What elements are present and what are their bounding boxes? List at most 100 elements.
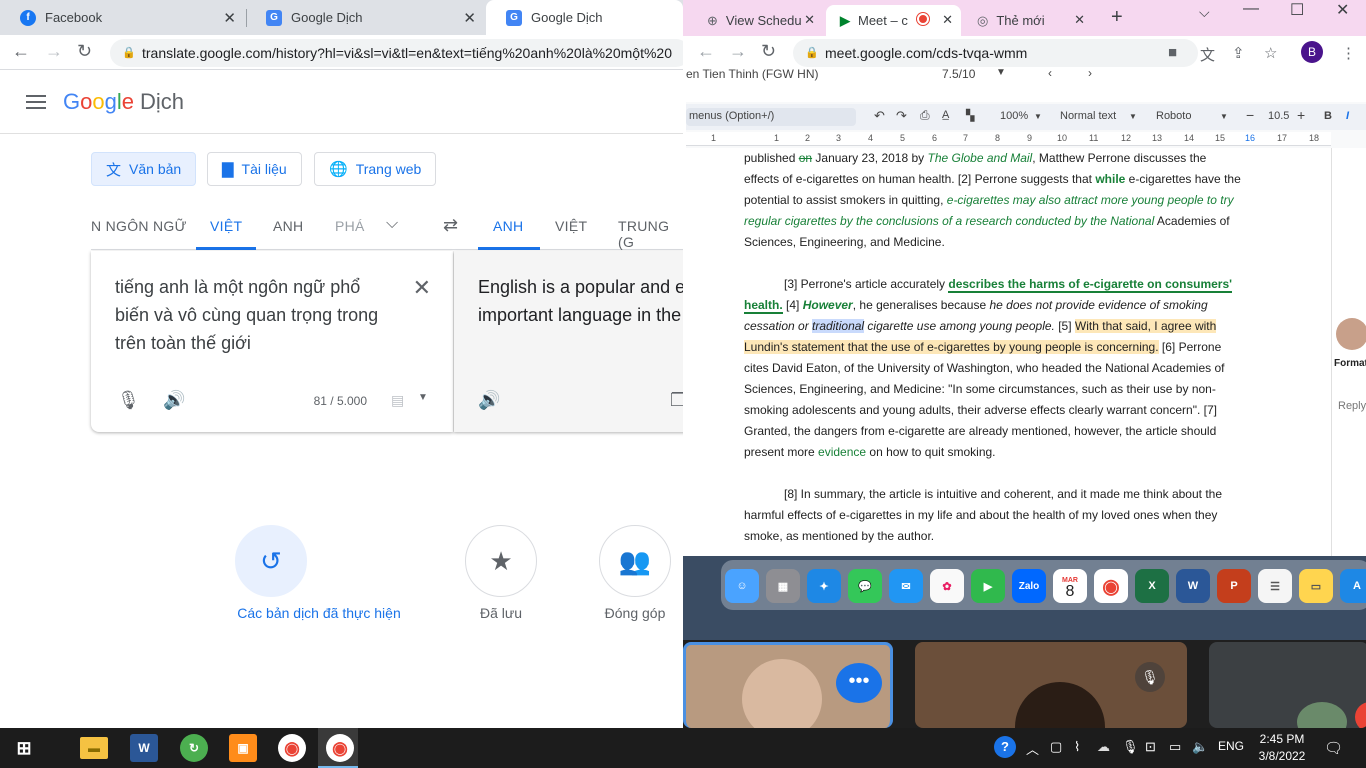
tab-google-dich-2[interactable]: G Google Dịch — [486, 0, 683, 35]
maximize-icon[interactable]: ☐ — [1290, 0, 1304, 20]
speaker-icon[interactable]: 🔊 — [478, 390, 500, 411]
more-vert-icon[interactable]: ⋮ — [1341, 44, 1356, 62]
participant-tile-3[interactable] — [1209, 642, 1366, 728]
clear-icon[interactable]: ✕ — [413, 275, 431, 301]
battery-icon[interactable]: ▭ — [1169, 739, 1181, 755]
source-lang-vietnamese[interactable]: VIỆT — [210, 218, 242, 234]
tab-google-dich-1[interactable]: G Google Dịch ✕ — [246, 0, 486, 35]
source-lang-detect[interactable]: N NGÔN NGỮ — [91, 218, 187, 234]
mode-documents-button[interactable]: ▇ Tài liệu — [207, 152, 302, 186]
launchpad-icon[interactable]: ▦ — [766, 569, 800, 603]
notifications-icon[interactable]: 🗨 — [1324, 739, 1343, 757]
contribute-label[interactable]: Đóng góp — [585, 605, 683, 621]
url-field[interactable]: 🔒 meet.google.com/cds-tvqa-wmm — [793, 39, 1198, 67]
undo-icon[interactable]: ↶ — [874, 108, 885, 124]
back-icon[interactable]: ← — [12, 41, 30, 62]
tab-view-schedule[interactable]: ⊕ View Schedu ✕ — [693, 5, 823, 36]
contribute-button[interactable]: 👥 — [599, 525, 671, 597]
close-icon[interactable]: ✕ — [463, 9, 476, 27]
swap-languages-icon[interactable]: ⇄ — [443, 215, 458, 236]
window-close-icon[interactable]: ✕ — [1336, 0, 1349, 20]
reload-icon[interactable]: ↻ — [761, 41, 776, 62]
mode-websites-button[interactable]: 🌐 Trang web — [314, 152, 437, 186]
network-icon[interactable]: ⌇ — [1074, 739, 1080, 755]
style-select[interactable]: Normal text — [1060, 110, 1116, 122]
target-lang-vietnamese[interactable]: VIỆT — [555, 218, 587, 234]
chevron-down-icon[interactable]: ⌵ — [386, 215, 398, 233]
active-chrome-button[interactable]: ◉ — [318, 728, 358, 768]
source-text-input[interactable]: tiếng anh là một ngôn ngữ phổ biến và vô… — [115, 273, 395, 357]
spellcheck-icon[interactable]: A̲ — [942, 109, 949, 121]
back-icon[interactable]: ← — [697, 41, 715, 62]
messages-icon[interactable]: 💬 — [848, 569, 882, 603]
tab-new-tab[interactable]: ◎ Thẻ mới ✕ — [963, 5, 1093, 36]
paint-format-icon[interactable]: ▚ — [966, 109, 974, 122]
coccoc-icon[interactable]: ↻ — [180, 734, 208, 762]
bold-icon[interactable]: B — [1324, 110, 1332, 122]
target-lang-chinese[interactable]: TRUNG (G — [618, 218, 683, 250]
translate-page-icon[interactable]: 文 — [1200, 44, 1215, 65]
target-lang-english[interactable]: ANH — [493, 218, 523, 234]
help-icon[interactable]: ? — [994, 736, 1016, 758]
reload-icon[interactable]: ↻ — [77, 41, 92, 62]
font-select[interactable]: Roboto — [1156, 110, 1191, 122]
print-icon[interactable]: ⎙ — [920, 108, 930, 123]
saved-label[interactable]: Đã lưu — [451, 605, 551, 621]
caret-down-icon[interactable]: ▼ — [418, 392, 428, 403]
show-hidden-icons-icon[interactable]: ︿ — [1026, 739, 1039, 758]
increase-font-icon[interactable]: + — [1297, 107, 1305, 123]
source-lang-english[interactable]: ANH — [273, 218, 303, 234]
windows-start-icon[interactable]: ⊞ — [10, 734, 38, 762]
photos-icon[interactable]: ✿ — [930, 569, 964, 603]
menu-search[interactable]: menus (Option+/) — [686, 108, 856, 126]
calendar-icon[interactable]: MAR 8 — [1053, 569, 1087, 603]
decrease-font-icon[interactable]: − — [1246, 107, 1254, 123]
reminders-icon[interactable]: ☰ — [1258, 569, 1292, 603]
pdf-app-icon[interactable]: ▣ — [229, 734, 257, 762]
chrome-taskbar-icon[interactable]: ◉ — [278, 734, 306, 762]
share-icon[interactable]: ⇪ — [1232, 44, 1245, 62]
clock[interactable]: 2:45 PM 3/8/2022 — [1256, 731, 1308, 765]
tab-search-icon[interactable]: ⌵ — [1199, 4, 1210, 21]
forward-icon[interactable]: → — [45, 41, 63, 62]
font-size-field[interactable]: 10.5 — [1268, 110, 1289, 122]
file-explorer-icon[interactable]: ▬ — [80, 737, 108, 759]
meet-now-icon[interactable]: ▢ — [1050, 739, 1062, 755]
cloud-icon[interactable]: ☁ — [1097, 739, 1110, 755]
new-tab-icon[interactable]: + — [1111, 6, 1123, 29]
system-icon[interactable]: ⊡ — [1145, 739, 1156, 755]
forward-icon[interactable]: → — [729, 41, 747, 62]
notes-icon[interactable]: ▭ — [1299, 569, 1333, 603]
prev-icon[interactable]: ‹ — [1048, 66, 1052, 80]
more-options-icon[interactable]: ••• — [836, 663, 882, 703]
safari-icon[interactable]: ✦ — [807, 569, 841, 603]
copy-icon[interactable]: ❐ — [670, 390, 683, 411]
italic-icon[interactable]: I — [1346, 110, 1349, 122]
minimize-icon[interactable]: — — [1243, 0, 1259, 18]
close-icon[interactable]: ✕ — [942, 12, 953, 28]
microphone-tray-icon[interactable]: 🎙 — [1122, 739, 1139, 755]
speaker-icon[interactable]: 🔊 — [163, 390, 185, 411]
caret-down-icon[interactable]: ▼ — [996, 67, 1006, 78]
menu-icon[interactable] — [26, 95, 46, 109]
tab-meet[interactable]: ▶ Meet – c ✕ — [826, 5, 961, 36]
volume-icon[interactable]: 🔈 — [1192, 739, 1208, 755]
powerpoint-icon[interactable]: P — [1217, 569, 1251, 603]
mail-icon[interactable]: ✉ — [889, 569, 923, 603]
zoom-select[interactable]: 100% — [1000, 110, 1028, 122]
facetime-icon[interactable]: ▶ — [971, 569, 1005, 603]
word-taskbar-icon[interactable]: W — [130, 734, 158, 762]
close-icon[interactable]: ✕ — [223, 9, 236, 27]
next-icon[interactable]: › — [1088, 66, 1092, 80]
reply-field[interactable]: Reply — [1338, 400, 1366, 412]
saved-button[interactable]: ★ — [465, 525, 537, 597]
camera-icon[interactable]: ■ — [1168, 44, 1177, 61]
close-icon[interactable]: ✕ — [1074, 12, 1085, 28]
excel-icon[interactable]: X — [1135, 569, 1169, 603]
finder-icon[interactable]: ☺ — [725, 569, 759, 603]
url-field[interactable]: 🔒 translate.google.com/history?hl=vi&sl=… — [110, 39, 683, 67]
profile-avatar[interactable]: B — [1301, 41, 1323, 63]
microphone-icon[interactable]: 🎙 — [117, 390, 140, 411]
history-button[interactable]: ↺ — [235, 525, 307, 597]
source-lang-french[interactable]: PHÁ — [335, 218, 365, 234]
